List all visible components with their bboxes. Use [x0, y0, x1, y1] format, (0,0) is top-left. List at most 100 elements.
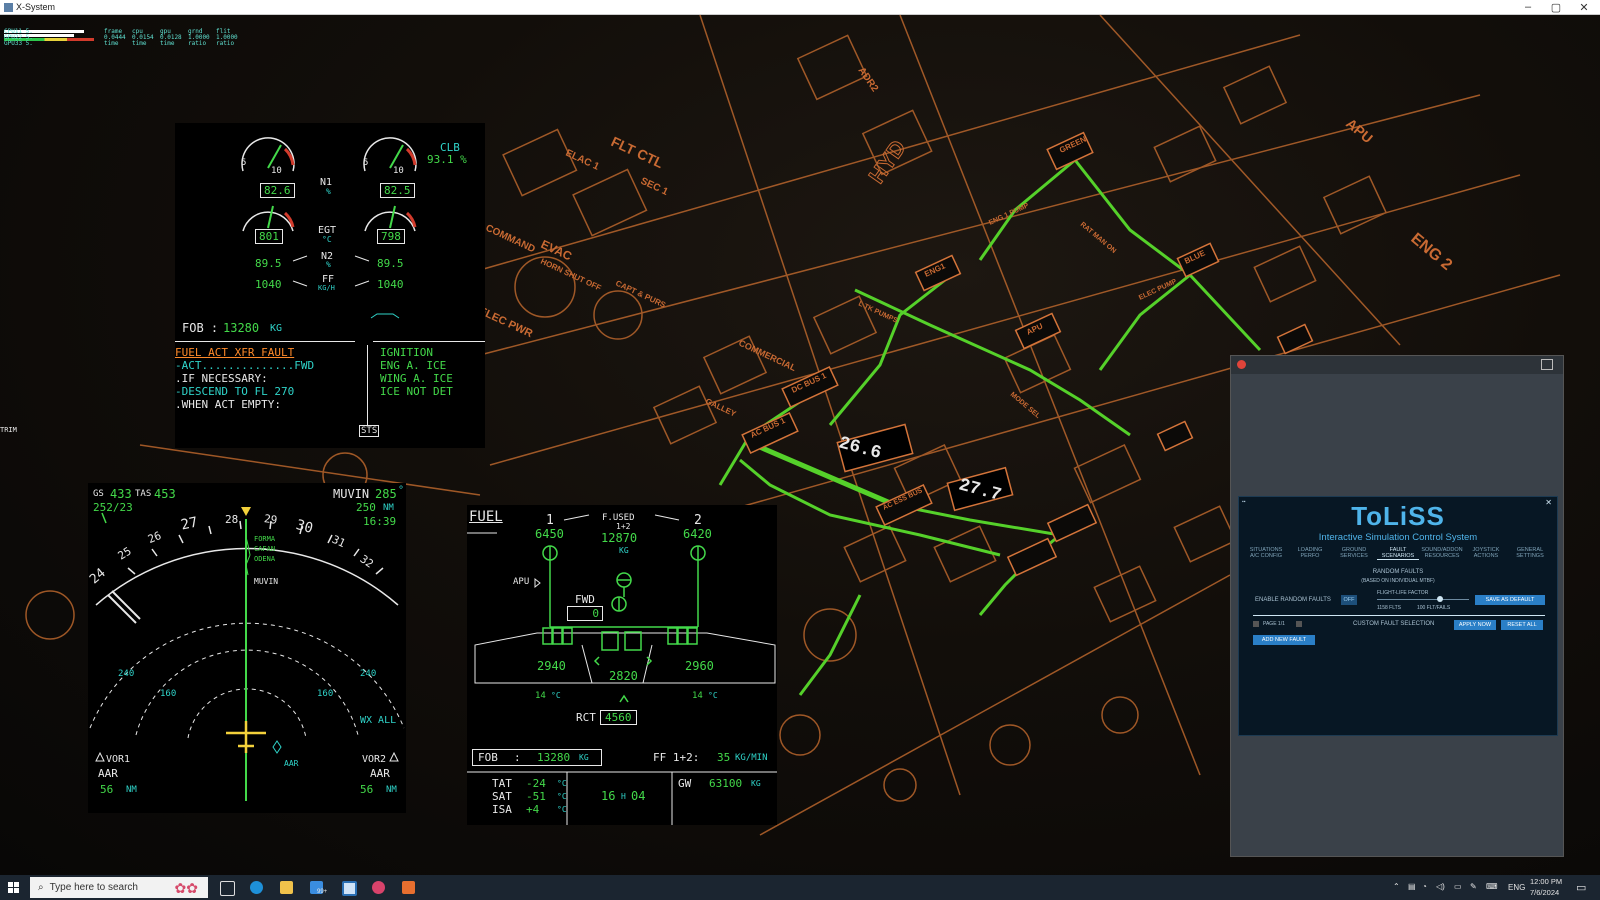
gross-weight: 63100: [709, 777, 743, 790]
popout-icon[interactable]: [1541, 359, 1553, 370]
iscs-subtitle: Interactive Simulation Control System: [1318, 532, 1478, 543]
flight-life-factor-label: FLIGHT-LIFE FACTOR: [1377, 590, 1429, 596]
waypoint-eta: 16:39: [363, 515, 397, 528]
time-hours: 16: [601, 789, 616, 803]
navigation-display: GS 433 TAS 453 252/23 MUVIN 285 ° 250 NM…: [87, 483, 406, 813]
wifi-icon[interactable]: ◔: [1422, 882, 1427, 891]
clock-date[interactable]: 7/6/2024: [1530, 888, 1559, 897]
windows-start-icon[interactable]: [8, 882, 19, 893]
memo-line-4: -DESCEND TO FL 270: [175, 385, 295, 398]
n2-right: 89.5: [377, 257, 404, 270]
random-faults-heading: RANDOM FAULTS: [1372, 569, 1424, 575]
sd-page-title: FUEL: [469, 509, 503, 525]
enable-random-faults-toggle[interactable]: OFF: [1341, 595, 1357, 605]
iscs-tabs: SITUATIONS A/C CONFIG LOADING PERFO GROUND…: [1245, 547, 1551, 560]
enable-random-faults-label: ENABLE RANDOM FAULTS: [1255, 597, 1331, 603]
notifications-icon[interactable]: ▭: [1576, 881, 1586, 894]
svg-text:10: 10: [393, 166, 404, 176]
svg-text:HYD: HYD: [864, 135, 911, 187]
xplane-icon[interactable]: [342, 881, 357, 896]
tat: -24: [526, 777, 546, 790]
true-airspeed: 453: [154, 487, 176, 501]
iscs-panel: ▪▪ ✕ ToLiSS Interactive Simulation Contr…: [1238, 496, 1558, 736]
right-tank-qty: 2960: [685, 659, 714, 673]
egt-left: 801: [255, 229, 283, 244]
act-fwd-qty: 0: [567, 606, 603, 621]
vor2-distance: 56: [360, 783, 374, 796]
reset-all-button[interactable]: RESET ALL: [1501, 620, 1543, 630]
vor1-distance: 56: [100, 783, 114, 796]
waypoint-bearing: 285: [375, 487, 397, 501]
file-explorer-icon[interactable]: [280, 881, 293, 894]
keyboard-icon[interactable]: ⌨: [1486, 882, 1498, 891]
window-title: X-System: [16, 2, 56, 12]
tab-joystick[interactable]: JOYSTICK ACTIONS: [1465, 547, 1507, 560]
save-as-default-button[interactable]: SAVE AS DEFAULT: [1475, 595, 1545, 605]
ground-speed: 433: [110, 487, 132, 501]
tab-situations[interactable]: SITUATIONS A/C CONFIG: [1245, 547, 1287, 560]
rear-center-tank-qty: 4560: [600, 710, 637, 725]
edge-icon[interactable]: [250, 881, 263, 894]
battery-icon[interactable]: ▭: [1454, 882, 1462, 891]
app-icon[interactable]: [402, 881, 415, 894]
flight-life-slider-track[interactable]: [1377, 599, 1469, 600]
flight-life-slider-handle[interactable]: [1437, 596, 1443, 602]
sd-fob: 13280: [537, 751, 571, 764]
tab-fault-scenarios[interactable]: FAULT SCENARIOS: [1377, 547, 1419, 560]
iscs-window-titlebar[interactable]: [1231, 356, 1563, 374]
task-view-icon[interactable]: [220, 881, 235, 896]
svg-text:5: 5: [241, 158, 246, 168]
tab-loading[interactable]: LOADING PERFO: [1289, 547, 1331, 560]
app-icon[interactable]: [372, 881, 385, 894]
memo-right-2: ENG A. ICE: [380, 359, 447, 372]
waypoint-distance: 250: [356, 501, 376, 514]
svg-text:ELAC 1: ELAC 1: [564, 148, 601, 173]
search-icon: ⌕: [38, 882, 44, 893]
wind: 252/23: [93, 501, 133, 514]
ewd-fob: 13280: [223, 321, 260, 335]
language-indicator[interactable]: ENG: [1508, 883, 1525, 892]
app-icon: [4, 2, 13, 12]
cockpit-view[interactable]: ADR2 ELAC 1 FLT CTL SEC 1 HYD APU ENG 2 …: [0, 15, 1600, 875]
clock-time[interactable]: 12:00 PM: [1530, 877, 1562, 886]
volume-icon[interactable]: ◁): [1436, 882, 1445, 891]
window-titlebar[interactable]: X-System – ▢ ✕: [0, 0, 1600, 15]
taskbar: ⌕ Type here to search ✿✿ 99+ ⌃ ▤ ◔ ◁) ▭ …: [0, 875, 1600, 900]
pen-icon[interactable]: ✎: [1470, 882, 1477, 891]
tab-sound-addon[interactable]: SOUND/ADDON RESOURCES: [1421, 547, 1463, 560]
ff-right: 1040: [377, 278, 404, 291]
add-new-fault-button[interactable]: ADD NEW FAULT: [1253, 635, 1315, 645]
page-prev-icon[interactable]: [1253, 621, 1259, 627]
svg-text:CAPT & PURS: CAPT & PURS: [614, 279, 668, 310]
svg-text:FLT CTL: FLT CTL: [609, 133, 667, 171]
taskbar-search[interactable]: ⌕ Type here to search ✿✿: [30, 877, 208, 898]
apply-now-button[interactable]: APPLY NOW: [1454, 620, 1496, 630]
close-icon[interactable]: ✕: [1570, 0, 1598, 14]
iscs-window[interactable]: ▪▪ ✕ ToLiSS Interactive Simulation Contr…: [1230, 355, 1564, 857]
thrust-percent: 93.1 %: [427, 153, 467, 166]
close-icon[interactable]: [1237, 360, 1246, 369]
fuel-used-total: 12870: [601, 531, 638, 545]
maximize-icon[interactable]: ▢: [1542, 0, 1570, 14]
svg-text:10: 10: [271, 166, 282, 176]
page-next-icon[interactable]: [1296, 621, 1302, 627]
toliss-logo: ToLiSS: [1351, 501, 1445, 531]
svg-text:SEC 1: SEC 1: [639, 176, 670, 198]
svg-text:HORN SHUT OFF: HORN SHUT OFF: [539, 257, 603, 293]
n1-left: 82.6: [260, 183, 295, 198]
tab-ground-services[interactable]: GROUND SERVICES: [1333, 547, 1375, 560]
memo-line-5: .WHEN ACT EMPTY:: [175, 398, 281, 411]
svg-text:ENG 1 PUMP: ENG 1 PUMP: [988, 202, 1030, 227]
n2-left: 89.5: [255, 257, 282, 270]
random-faults-subtitle: (BASED ON INDIVIDUAL MTBF): [1361, 578, 1435, 584]
n1-right: 82.5: [380, 183, 415, 198]
chevron-up-icon[interactable]: ⌃: [1393, 882, 1400, 891]
mail-badge: 99+: [317, 889, 328, 895]
fuel-flow: 35: [717, 751, 731, 764]
svg-text:RAT MAN ON: RAT MAN ON: [1079, 221, 1117, 255]
minimize-icon[interactable]: –: [1514, 0, 1542, 14]
network-icon[interactable]: ▤: [1408, 882, 1416, 891]
search-placeholder: Type here to search: [49, 882, 138, 893]
tab-general-settings[interactable]: GENERAL SETTINGS: [1509, 547, 1551, 560]
fuel-used-eng2: 6420: [683, 527, 712, 541]
